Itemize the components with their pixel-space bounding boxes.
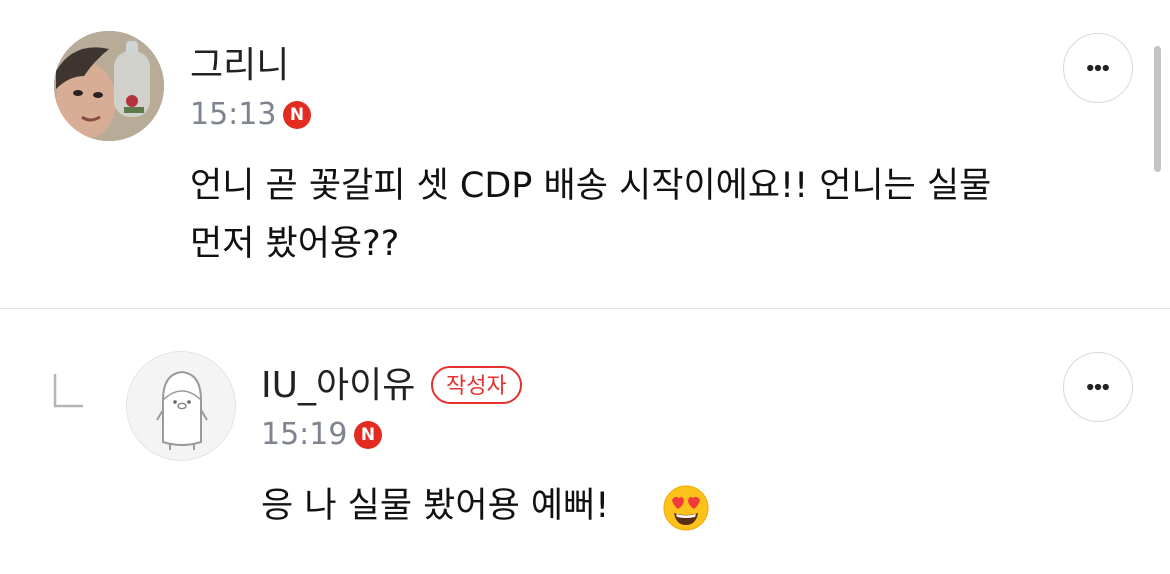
new-badge-icon: N [354, 421, 382, 449]
heart-eyes-emoji-icon [663, 485, 709, 531]
more-options-icon [1087, 383, 1109, 391]
more-options-button[interactable] [1063, 33, 1133, 103]
comment-text: 응 나 실물 봤어용 예뻐! [261, 486, 610, 526]
comment-author[interactable]: 그리니 [190, 44, 289, 88]
avatar[interactable] [54, 31, 164, 141]
comment-timestamp: 15:19 [261, 417, 348, 452]
user-photo-avatar-icon [54, 31, 164, 141]
penguin-mascot-avatar-icon [127, 352, 235, 460]
comment-text-line: 먼저 봤어용?? [190, 224, 400, 264]
comment-author[interactable]: IU_아이유 [261, 364, 415, 408]
new-badge-icon: N [283, 101, 311, 129]
comment-item: 그리니 15:13 N 언니 곧 꽃갈피 셋 CDP 배송 시작이에요!! 언니… [0, 0, 1170, 308]
writer-badge: 작성자 [431, 366, 522, 404]
reply-arrow-icon [53, 374, 83, 408]
avatar[interactable] [126, 351, 236, 461]
scrollbar[interactable] [1154, 46, 1161, 172]
more-options-button[interactable] [1063, 352, 1133, 422]
more-options-icon [1087, 64, 1109, 72]
comment-text-line: 언니 곧 꽃갈피 셋 CDP 배송 시작이에요!! 언니는 실물 [190, 166, 992, 206]
comment-timestamp: 15:13 [190, 97, 277, 132]
